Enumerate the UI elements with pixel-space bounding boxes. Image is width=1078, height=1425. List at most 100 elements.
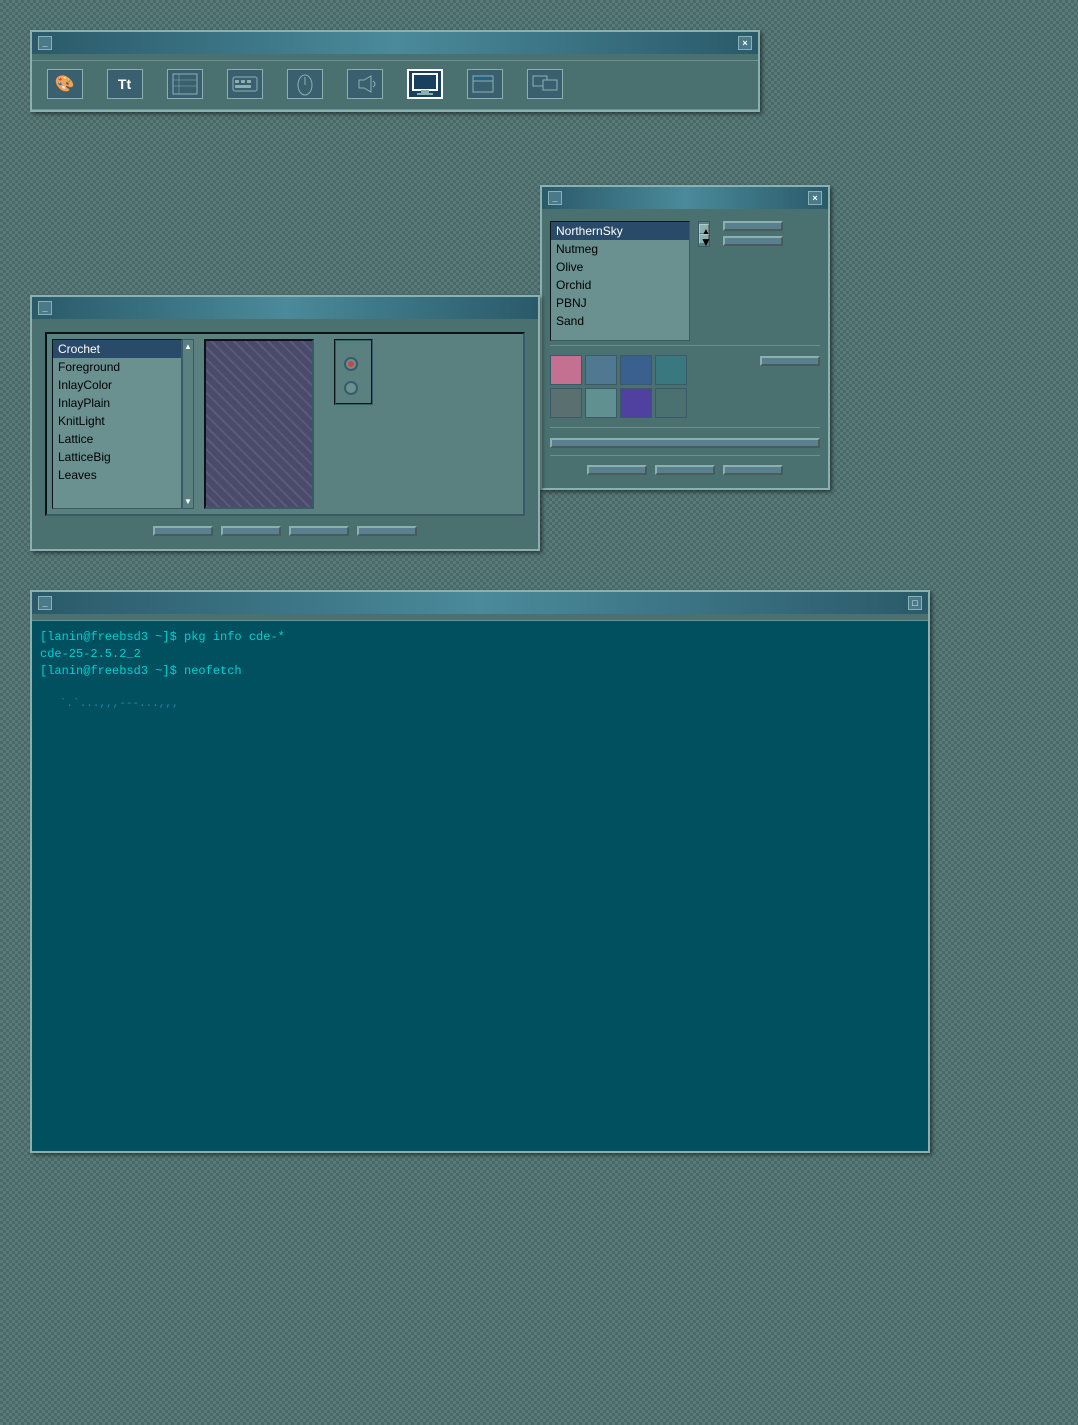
backdrop-icon	[167, 69, 203, 99]
screen-icon	[407, 69, 443, 99]
terminal-menu-edit[interactable]	[58, 616, 64, 618]
palette-buttons	[723, 221, 783, 246]
pattern-inlayplain[interactable]: InlayPlain	[53, 394, 181, 412]
tiled-radio-circle[interactable]	[344, 357, 358, 371]
toolbar-window[interactable]	[457, 66, 512, 104]
add-button[interactable]	[723, 221, 783, 231]
pattern-knitlight[interactable]: KnitLight	[53, 412, 181, 430]
beep-icon	[347, 69, 383, 99]
tiled-radio[interactable]	[344, 357, 363, 371]
neofetch-art: `.`...,,,---...,,,	[40, 681, 420, 713]
style-manager-window: _ × 🎨 Tt	[30, 30, 760, 112]
backdrop-ok-button[interactable]	[153, 526, 213, 536]
toolbar-startup[interactable]	[517, 66, 572, 104]
style-manager-menubar	[32, 54, 758, 61]
color-icon: 🎨	[47, 69, 83, 99]
terminal-content[interactable]: [lanin@freebsd3 ~]$ pkg info cde-* cde-2…	[32, 621, 928, 1151]
backdrop-apply-button[interactable]	[221, 526, 281, 536]
modify-button-area	[760, 350, 820, 366]
divider2	[550, 427, 820, 428]
swatch-4[interactable]	[655, 355, 687, 385]
toolbar-backdrop[interactable]	[157, 66, 212, 104]
color-close-button[interactable]: ×	[808, 191, 822, 205]
swatch-5[interactable]	[550, 388, 582, 418]
toolbar-beep[interactable]	[337, 66, 392, 104]
palettes-section: NorthernSky Nutmeg Olive Orchid PBNJ San…	[550, 221, 820, 341]
keyboard-icon	[227, 69, 263, 99]
close-button[interactable]: ×	[738, 36, 752, 50]
palettes-listbox[interactable]: NorthernSky Nutmeg Olive Orchid PBNJ San…	[550, 221, 690, 341]
palette-item-pbnj[interactable]: PBNJ	[551, 294, 689, 312]
swatch-3[interactable]	[620, 355, 652, 385]
swatch-8[interactable]	[655, 388, 687, 418]
color-ok-button[interactable]	[587, 465, 647, 475]
swatch-1[interactable]	[550, 355, 582, 385]
window-icon	[467, 69, 503, 99]
delete-button[interactable]	[723, 236, 783, 246]
divider1	[550, 345, 820, 346]
terminal-line-2: cde-25-2.5.2_2	[40, 646, 920, 663]
backdrop-content: Crochet Foreground InlayColor InlayPlain…	[32, 319, 538, 549]
terminal-window: _ □ [lanin@freebsd3 ~]$ pkg info cde-* c…	[30, 590, 930, 1153]
palette-item-nutmeg[interactable]: Nutmeg	[551, 240, 689, 258]
backdrop-style-section	[334, 339, 373, 509]
pattern-listbox[interactable]: Crochet Foreground InlayColor InlayPlain…	[52, 339, 182, 509]
pattern-leaves[interactable]: Leaves	[53, 466, 181, 484]
color-dialog: _ × NorthernSky Nutmeg Olive Orchid PBNJ…	[540, 185, 830, 490]
minimize-button[interactable]: _	[38, 36, 52, 50]
centered-radio[interactable]	[344, 381, 363, 395]
palette-item-olive[interactable]: Olive	[551, 258, 689, 276]
swatch-7[interactable]	[620, 388, 652, 418]
palette-item-orchid[interactable]: Orchid	[551, 276, 689, 294]
terminal-menubar	[32, 614, 928, 621]
terminal-menu-help[interactable]	[917, 616, 923, 618]
terminal-line-3: [lanin@freebsd3 ~]$ neofetch	[40, 663, 920, 680]
color-dialog-content: NorthernSky Nutmeg Olive Orchid PBNJ San…	[542, 209, 828, 488]
terminal-menu-options[interactable]	[79, 616, 85, 618]
backdrop-minimize-button[interactable]: _	[38, 301, 52, 315]
toolbar-mouse[interactable]	[277, 66, 332, 104]
modify-button[interactable]	[760, 356, 820, 366]
num-colors-button[interactable]	[550, 438, 820, 448]
backdrop-inner: Crochet Foreground InlayColor InlayPlain…	[45, 332, 525, 516]
toolbar-keyboard[interactable]	[217, 66, 272, 104]
toolbar-screen[interactable]	[397, 66, 452, 104]
terminal-titlebar: _ □	[32, 592, 928, 614]
neofetch-output: `.`...,,,---...,,,	[40, 681, 920, 713]
menu-help[interactable]	[747, 56, 753, 58]
pattern-inlaycolor[interactable]: InlayColor	[53, 376, 181, 394]
backdrop-help-button[interactable]	[357, 526, 417, 536]
swatches-row	[550, 350, 820, 423]
color-dialog-titlebar: _ ×	[542, 187, 828, 209]
terminal-maximize-button[interactable]: □	[908, 596, 922, 610]
pattern-scrollbar[interactable]: ▲ ▼	[182, 339, 194, 509]
preview-pattern	[206, 341, 312, 507]
terminal-menu-window[interactable]	[37, 616, 43, 618]
pattern-latticebig[interactable]: LatticeBig	[53, 448, 181, 466]
palette-item-northernsky[interactable]: NorthernSky	[551, 222, 689, 240]
toolbar-font[interactable]: Tt	[97, 66, 152, 104]
toolbar-color[interactable]: 🎨	[37, 66, 92, 104]
swatch-6[interactable]	[585, 388, 617, 418]
color-minimize-button[interactable]: _	[548, 191, 562, 205]
backdrop-close-button[interactable]	[289, 526, 349, 536]
centered-radio-circle[interactable]	[344, 381, 358, 395]
pattern-crochet[interactable]: Crochet	[53, 340, 181, 358]
pattern-listbox-area: Crochet Foreground InlayColor InlayPlain…	[52, 339, 194, 509]
swatch-2[interactable]	[585, 355, 617, 385]
terminal-line-1: [lanin@freebsd3 ~]$ pkg info cde-*	[40, 629, 920, 646]
backdrop-titlebar: _	[32, 297, 538, 319]
backdrop-preview	[204, 339, 314, 509]
color-swatches	[550, 355, 687, 418]
style-manager-titlebar: _ ×	[32, 32, 758, 54]
font-icon: Tt	[107, 69, 143, 99]
palette-item-sand[interactable]: Sand	[551, 312, 689, 330]
color-cancel-button[interactable]	[655, 465, 715, 475]
divider3	[550, 455, 820, 456]
color-help-button[interactable]	[723, 465, 783, 475]
palette-scrollbar[interactable]: ▲ ▼	[698, 221, 710, 247]
pattern-lattice[interactable]: Lattice	[53, 430, 181, 448]
terminal-minimize-button[interactable]: _	[38, 596, 52, 610]
pattern-foreground[interactable]: Foreground	[53, 358, 181, 376]
menu-file[interactable]	[37, 56, 43, 58]
